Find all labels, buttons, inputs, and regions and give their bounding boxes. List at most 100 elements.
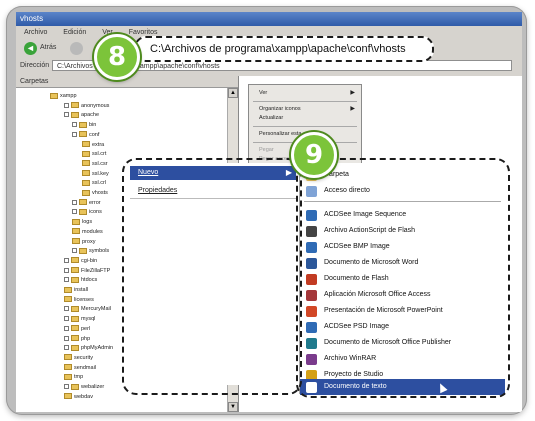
back-arrow-icon[interactable]: ◄ bbox=[24, 42, 37, 55]
new-submenu: Carpeta Acceso directo ACDSee Image Sequen… bbox=[299, 163, 505, 395]
tree-item[interactable]: phpMyAdmin bbox=[64, 344, 113, 352]
tree-item-label: anonymous bbox=[81, 102, 110, 109]
expand-icon[interactable] bbox=[64, 384, 69, 390]
tree-item[interactable]: symbols bbox=[72, 247, 109, 255]
tree-item[interactable]: logs bbox=[72, 218, 92, 226]
expand-icon[interactable] bbox=[64, 316, 69, 322]
folder-icon bbox=[64, 296, 72, 303]
expand-icon[interactable] bbox=[72, 209, 77, 215]
menu-item-nuevo[interactable]: Nuevo ▶ bbox=[130, 166, 296, 180]
submenu-arrow-icon: ▶ bbox=[350, 90, 355, 96]
tree-item[interactable]: ssl.csr bbox=[82, 160, 108, 168]
folder-icon bbox=[64, 364, 72, 371]
tree-item-label: php bbox=[81, 335, 91, 342]
tree-item[interactable]: htdocs bbox=[64, 276, 97, 284]
tree-item[interactable]: webalizer bbox=[64, 383, 104, 391]
tree-item[interactable]: icons bbox=[72, 208, 102, 216]
ctx-item-actualizar[interactable]: Actualizar bbox=[259, 114, 283, 123]
expand-icon[interactable] bbox=[64, 345, 69, 351]
tree-item[interactable]: xampp bbox=[50, 92, 77, 100]
tree-item-label: logs bbox=[82, 219, 93, 226]
tree-item-label: phpMyAdmin bbox=[81, 345, 114, 352]
expand-icon[interactable] bbox=[64, 306, 69, 312]
menu-divider bbox=[253, 101, 357, 102]
tree-item[interactable]: mysql bbox=[64, 315, 95, 323]
tree-item[interactable]: extra bbox=[82, 141, 104, 149]
expand-icon[interactable] bbox=[64, 325, 69, 331]
tree-item[interactable]: php bbox=[64, 335, 90, 343]
ctx-item-organizar[interactable]: Organizar iconos bbox=[259, 105, 301, 114]
tree-item[interactable]: FileZillaFTP bbox=[64, 267, 110, 275]
expand-icon[interactable] bbox=[64, 267, 69, 273]
menu-archivo[interactable]: Archivo bbox=[24, 29, 47, 36]
folder-icon bbox=[79, 121, 87, 128]
ctx-item-ver[interactable]: Ver bbox=[259, 89, 267, 98]
tree-item[interactable]: security bbox=[64, 354, 93, 362]
submenu-item[interactable]: Archivo WinRAR bbox=[300, 351, 505, 367]
folder-icon bbox=[50, 92, 58, 99]
tree-item-label: ssl.csr bbox=[92, 160, 108, 167]
screenshot-frame: vhosts Archivo Edición Ver Favoritos ◄ A… bbox=[6, 6, 527, 415]
forward-arrow-icon[interactable] bbox=[70, 42, 83, 55]
tree-item-label: install bbox=[74, 287, 89, 293]
submenu-item[interactable]: ACDSee BMP Image bbox=[300, 239, 505, 255]
path-callout: C:\Archivos de programa\xampp\apache\con… bbox=[134, 36, 434, 62]
tree-item[interactable]: install bbox=[64, 286, 88, 294]
tree-item[interactable]: ssl.crl bbox=[82, 179, 106, 187]
expand-icon[interactable] bbox=[72, 199, 77, 205]
menu-favoritos[interactable]: Favoritos bbox=[129, 29, 158, 36]
file-type-icon bbox=[306, 226, 317, 237]
scroll-down-icon[interactable]: ▼ bbox=[228, 402, 238, 412]
tree-item[interactable]: error bbox=[72, 199, 101, 207]
tree-item[interactable]: vhosts bbox=[82, 189, 108, 197]
menu-edicion[interactable]: Edición bbox=[63, 29, 86, 36]
tree-item[interactable]: licenses bbox=[64, 296, 94, 304]
expand-icon[interactable] bbox=[72, 248, 77, 254]
folder-icon bbox=[82, 179, 90, 186]
tree-item[interactable]: proxy bbox=[72, 238, 95, 246]
submenu-item-label: ACDSee Image Sequence bbox=[324, 211, 407, 218]
menu-item-propiedades-label: Propiedades bbox=[138, 187, 178, 194]
submenu-item[interactable]: Presentación de Microsoft PowerPoint bbox=[300, 303, 505, 319]
expand-icon[interactable] bbox=[72, 131, 77, 137]
submenu-item-label: Archivo ActionScript de Flash bbox=[324, 227, 416, 234]
tree-item[interactable]: sendmail bbox=[64, 364, 96, 372]
back-button-label[interactable]: Atrás bbox=[40, 44, 56, 51]
expand-icon[interactable] bbox=[64, 112, 69, 118]
menu-item-propiedades[interactable]: Propiedades bbox=[130, 184, 296, 199]
file-type-icon bbox=[306, 186, 317, 197]
submenu-item[interactable]: Documento de Microsoft Office Publisher bbox=[300, 335, 505, 351]
ctx-item-pegar[interactable]: Pegar bbox=[259, 146, 274, 155]
tree-item[interactable]: conf bbox=[72, 131, 99, 139]
submenu-item[interactable]: Documento de texto bbox=[300, 379, 505, 395]
tree-item[interactable]: tmp bbox=[64, 373, 83, 381]
submenu-item[interactable]: Aplicación Microsoft Office Access bbox=[300, 287, 505, 303]
tree-item[interactable]: perl bbox=[64, 325, 90, 333]
submenu-item[interactable]: Documento de Microsoft Word bbox=[300, 255, 505, 271]
tree-item[interactable]: cgi-bin bbox=[64, 257, 97, 265]
tree-item[interactable]: anonymous bbox=[64, 102, 109, 110]
submenu-item[interactable]: ACDSee PSD Image bbox=[300, 319, 505, 335]
expand-icon[interactable] bbox=[64, 277, 69, 283]
tree-item-label: extra bbox=[92, 141, 105, 148]
scroll-up-icon[interactable]: ▲ bbox=[228, 88, 238, 98]
expand-icon[interactable] bbox=[72, 122, 77, 128]
expand-icon[interactable] bbox=[64, 335, 69, 341]
tree-item[interactable]: apache bbox=[64, 111, 99, 119]
tree-item[interactable]: webdav bbox=[64, 393, 93, 401]
submenu-item[interactable]: ACDSee Image Sequence bbox=[300, 207, 505, 223]
tree-item[interactable]: modules bbox=[72, 228, 103, 236]
expand-icon[interactable] bbox=[64, 257, 69, 263]
expand-icon[interactable] bbox=[64, 102, 69, 108]
tree-item[interactable]: MercuryMail bbox=[64, 305, 111, 313]
submenu-item[interactable]: Archivo ActionScript de Flash bbox=[300, 223, 505, 239]
address-label: Dirección bbox=[20, 62, 50, 69]
tree-item[interactable]: bin bbox=[72, 121, 96, 129]
folder-icon bbox=[79, 247, 87, 254]
folder-icon bbox=[71, 305, 79, 312]
submenu-item[interactable]: Documento de Flash bbox=[300, 271, 505, 287]
submenu-item[interactable]: Acceso directo bbox=[300, 183, 505, 199]
tree-item[interactable]: ssl.crt bbox=[82, 150, 106, 158]
tree-item[interactable]: ssl.key bbox=[82, 170, 109, 178]
folder-icon bbox=[72, 228, 80, 235]
